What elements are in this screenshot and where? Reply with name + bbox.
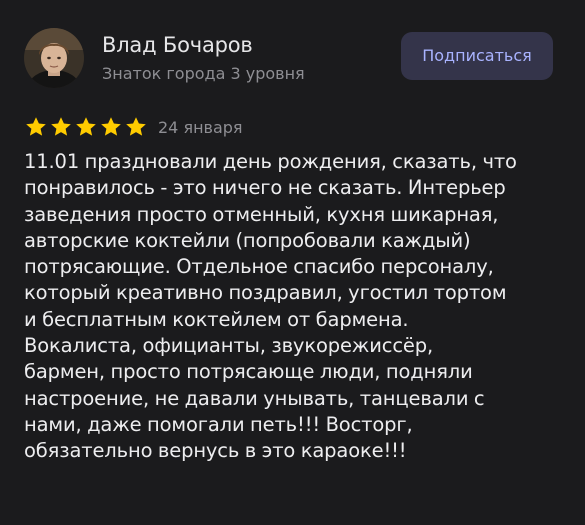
review-line: нами, даже помогали петь!!! Восторг,	[24, 412, 413, 436]
review-line: который креативно поздравил, угостил тор…	[24, 281, 507, 305]
review-line: обязательно вернусь в это караоке!!!	[24, 439, 407, 463]
subscribe-button[interactable]: Подписаться	[401, 32, 553, 80]
review-line: авторские коктейли (попробовали каждый)	[24, 228, 471, 252]
review-line: 11.01 праздновали день рождения, сказать…	[24, 150, 517, 173]
star-icon	[99, 115, 123, 139]
author-level: Знаток города 3 уровня	[102, 64, 305, 83]
author-info: Влад Бочаров Знаток города 3 уровня	[102, 32, 305, 85]
review-text: 11.01 праздновали день рождения, сказать…	[24, 149, 564, 465]
avatar[interactable]	[24, 28, 84, 88]
star-rating	[24, 115, 149, 139]
review-header: Влад Бочаров Знаток города 3 уровня Подп…	[24, 20, 561, 92]
review-date: 24 января	[158, 117, 243, 137]
review-line: бармен, просто потрясающе люди, подняли	[24, 360, 473, 384]
rating-row: 24 января	[24, 115, 243, 139]
star-icon	[24, 115, 48, 139]
avatar-image	[24, 28, 84, 88]
review-line: потрясающие. Отдельное спасибо персоналу…	[24, 255, 494, 279]
review-line: Вокалиста, официанты, звукорежиссёр,	[24, 334, 434, 358]
review-line: и бесплатным коктейлем от бармена.	[24, 307, 409, 331]
star-icon	[124, 115, 148, 139]
review-line: понравилось - это ничего не сказать. Инт…	[24, 176, 506, 200]
star-icon	[49, 115, 73, 139]
star-icon	[74, 115, 98, 139]
review-line: заведения просто отменный, кухня шикарна…	[24, 202, 499, 226]
review-line: настроение, не давали унывать, танцевали…	[24, 386, 485, 410]
author-name[interactable]: Влад Бочаров	[102, 32, 305, 58]
review-card: Влад Бочаров Знаток города 3 уровня Подп…	[0, 0, 585, 525]
